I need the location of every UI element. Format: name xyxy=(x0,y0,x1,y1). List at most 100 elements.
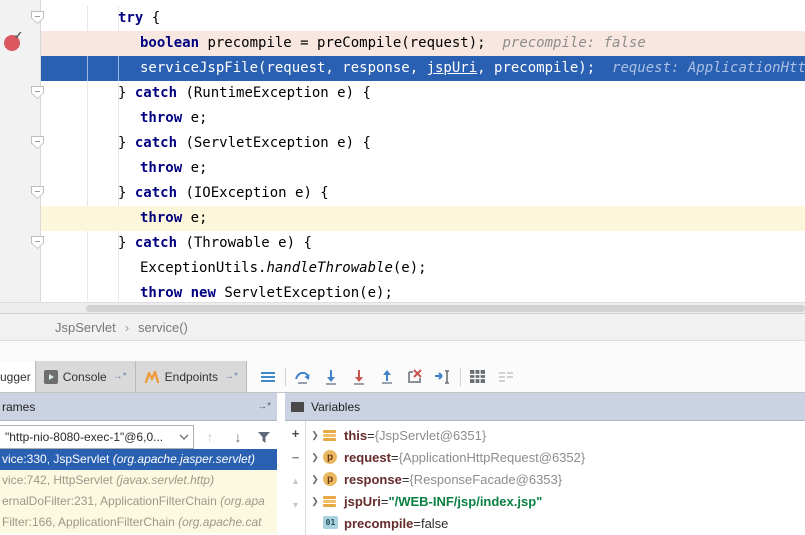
code-line[interactable]: } catch (ServletException e) { xyxy=(41,131,805,156)
code-token: (IOException e) { xyxy=(177,185,329,201)
frame-row[interactable]: vice:742, HttpServlet (javax.servlet.htt… xyxy=(0,470,277,491)
parameter-icon: p xyxy=(323,472,337,486)
code-line[interactable]: throw e; xyxy=(41,106,805,131)
breadcrumb-item[interactable]: service() xyxy=(138,320,188,335)
hamburger-icon[interactable] xyxy=(257,366,279,388)
run-to-cursor-icon[interactable] xyxy=(432,366,454,388)
variable-name: request xyxy=(344,450,391,465)
step-over-icon[interactable] xyxy=(292,366,314,388)
code-token: throw xyxy=(140,210,182,226)
fold-marker-icon[interactable] xyxy=(31,11,44,24)
variable-type-icon xyxy=(323,428,338,442)
frame-location: ernalDoFilter:231, ApplicationFilterChai… xyxy=(2,494,220,508)
frames-overflow-icon[interactable]: →* xyxy=(257,401,271,412)
expand-chevron-icon[interactable]: ❯ xyxy=(307,474,323,485)
scrollbar-thumb[interactable] xyxy=(86,305,805,312)
variable-row[interactable]: ❯this = {JspServlet@6351} xyxy=(307,424,805,446)
add-watch-icon[interactable]: + xyxy=(285,421,306,445)
prev-frame-icon[interactable]: ↑ xyxy=(200,427,220,447)
equals-sign: = xyxy=(391,450,399,465)
primitive-icon: 01 xyxy=(323,516,338,529)
variable-type-icon: p xyxy=(323,450,338,464)
move-down-icon[interactable]: ▼ xyxy=(285,493,306,517)
variables-menu-icon[interactable] xyxy=(291,402,304,412)
layout-muted-icon[interactable] xyxy=(495,366,517,388)
remove-watch-icon[interactable]: − xyxy=(285,445,306,469)
variable-row[interactable]: ❯presponse = {ResponseFacade@6353} xyxy=(307,468,805,490)
fold-marker-icon[interactable] xyxy=(31,136,44,149)
variable-row[interactable]: 01precompile = false xyxy=(307,512,805,534)
console-icon xyxy=(44,370,58,384)
variable-row[interactable]: ❯p request = {ApplicationHttpRequest@6352… xyxy=(307,446,805,468)
code-token: } xyxy=(118,85,135,101)
code-line[interactable]: } catch (RuntimeException e) { xyxy=(41,81,805,106)
expand-chevron-icon[interactable]: ❯ xyxy=(307,452,323,463)
fold-marker-icon[interactable] xyxy=(31,236,44,249)
step-into-icon[interactable] xyxy=(320,366,342,388)
ide-debug-view: ✓ try {boolean precompile = preCompile(r… xyxy=(0,0,805,535)
frame-package: (org.apache.cat xyxy=(178,515,261,529)
frame-row[interactable]: Filter:166, ApplicationFilterChain (org.… xyxy=(0,512,277,533)
code-token: (e); xyxy=(393,260,427,276)
frame-list: vice:330, JspServlet (org.apache.jasper.… xyxy=(0,449,277,535)
code-editor[interactable]: ✓ try {boolean precompile = preCompile(r… xyxy=(0,0,805,314)
code-token: throw xyxy=(140,110,182,126)
frame-location: vice:330, JspServlet xyxy=(2,452,113,466)
equals-sign: = xyxy=(381,494,389,509)
code-line[interactable]: boolean precompile = preCompile(request)… xyxy=(41,31,805,56)
tab-label: ugger xyxy=(0,370,31,384)
variable-name: jspUri xyxy=(344,494,381,509)
code-token: ExceptionUtils. xyxy=(140,260,266,276)
fold-marker-icon[interactable] xyxy=(31,86,44,99)
step-out-icon[interactable] xyxy=(376,366,398,388)
tab-console[interactable]: Console →* xyxy=(36,361,136,392)
toolbar-separator xyxy=(460,368,461,386)
breadcrumb: JspServlet›service() xyxy=(0,314,805,341)
filter-icon[interactable] xyxy=(254,427,274,447)
variable-row[interactable]: ❯ jspUri = "/WEB-INF/jsp/index.jsp" xyxy=(307,490,805,512)
code-token: catch xyxy=(135,235,177,251)
thread-name: "http-nio-8080-exec-1"@6,0... xyxy=(5,430,179,444)
tab-label: Endpoints xyxy=(165,370,218,384)
variable-value: "/WEB-INF/jsp/index.jsp" xyxy=(388,494,542,509)
next-frame-icon[interactable]: ↓ xyxy=(228,427,248,447)
code-line[interactable]: ExceptionUtils.handleThrowable(e); xyxy=(41,256,805,281)
force-step-into-icon[interactable] xyxy=(348,366,370,388)
debug-tabstrip: ugger Console →* Endpoints →* xyxy=(0,361,805,393)
panel-splitter[interactable] xyxy=(277,393,285,535)
frame-package: (javax.servlet.http) xyxy=(116,473,214,487)
drop-frame-icon[interactable] xyxy=(404,366,426,388)
tab-debugger[interactable]: ugger xyxy=(0,361,36,392)
frame-row[interactable]: ernalDoFilter:231, ApplicationFilterChai… xyxy=(0,491,277,512)
variable-type-icon: p xyxy=(323,472,338,486)
code-line[interactable]: } catch (Throwable e) { xyxy=(41,231,805,256)
tab-label: Console xyxy=(63,370,107,384)
toolwindow-gap xyxy=(0,342,805,361)
horizontal-scrollbar[interactable] xyxy=(0,302,805,313)
frames-panel-header: rames →* xyxy=(0,393,277,421)
variable-value: false xyxy=(421,516,448,531)
breadcrumb-item[interactable]: JspServlet xyxy=(55,320,116,335)
editor-gutter[interactable]: ✓ xyxy=(0,0,41,313)
code-token: e; xyxy=(182,210,207,226)
tab-endpoints[interactable]: Endpoints →* xyxy=(136,361,247,392)
code-token: serviceJspFile(request, response, xyxy=(140,60,427,76)
code-token: catch xyxy=(135,185,177,201)
code-line[interactable]: throw e; xyxy=(41,206,805,231)
variable-value: {ApplicationHttpRequest@6352} xyxy=(399,450,586,465)
code-line[interactable]: } catch (IOException e) { xyxy=(41,181,805,206)
breakpoint-icon[interactable]: ✓ xyxy=(4,35,20,51)
code-line[interactable]: throw e; xyxy=(41,156,805,181)
move-up-icon[interactable]: ▲ xyxy=(285,469,306,493)
frames-panel: "http-nio-8080-exec-1"@6,0... ↑ ↓ vice:3… xyxy=(0,421,277,535)
thread-selector[interactable]: "http-nio-8080-exec-1"@6,0... xyxy=(0,425,194,449)
code-line[interactable]: serviceJspFile(request, response, jspUri… xyxy=(41,56,805,81)
expand-chevron-icon[interactable]: ❯ xyxy=(307,496,323,507)
fold-marker-icon[interactable] xyxy=(31,186,44,199)
code-token: try xyxy=(118,10,143,26)
grid-view-icon[interactable] xyxy=(467,366,489,388)
code-line[interactable]: try { xyxy=(41,6,805,31)
frame-row[interactable]: vice:330, JspServlet (org.apache.jasper.… xyxy=(0,449,277,470)
code-token: } xyxy=(118,135,135,151)
expand-chevron-icon[interactable]: ❯ xyxy=(307,430,323,441)
